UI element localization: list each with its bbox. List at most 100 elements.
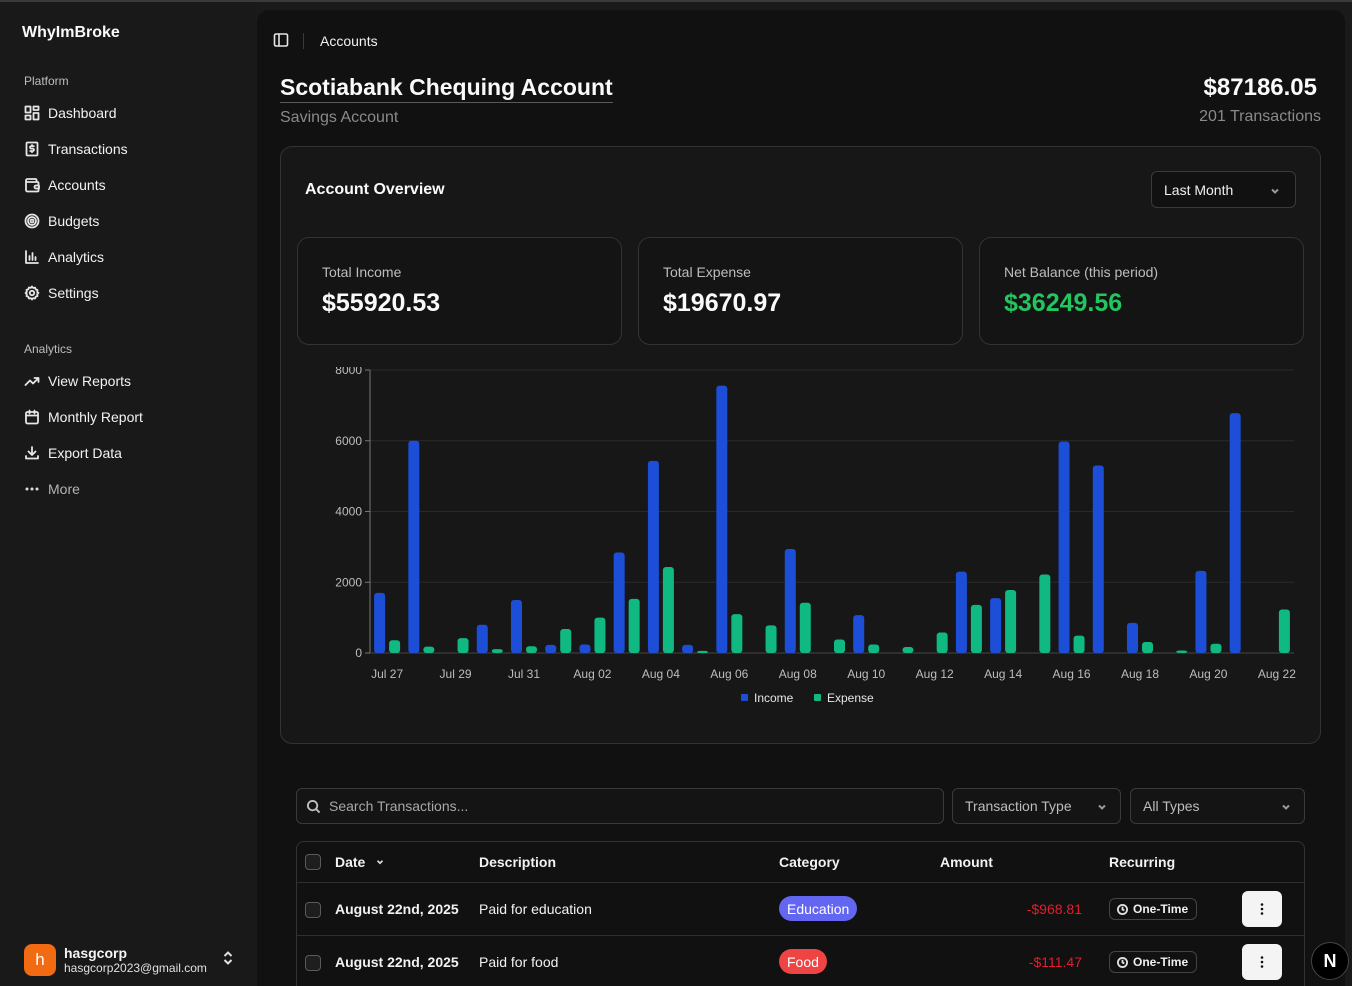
dashboard-icon <box>24 105 40 121</box>
recurring-badge: One-Time <box>1109 951 1198 973</box>
amount-column-header: Amount <box>940 854 993 870</box>
search-box[interactable] <box>296 788 944 824</box>
bar-income <box>476 624 488 653</box>
date-column-header[interactable]: Date <box>335 854 385 870</box>
bar-expense <box>731 614 743 653</box>
x-tick-label: Aug 10 <box>847 667 885 681</box>
bar-income <box>784 548 796 653</box>
header-bar: Accounts <box>273 30 378 52</box>
sidebar-item-label: Export Data <box>48 445 122 461</box>
select-value: Transaction Type <box>965 798 1072 814</box>
bar-expense <box>1176 650 1188 653</box>
sidebar-item-label: Transactions <box>48 141 128 157</box>
stat-label: Total Expense <box>663 264 751 280</box>
bar-expense <box>1073 635 1085 653</box>
bar-expense <box>1039 574 1051 653</box>
sidebar-item-budgets[interactable]: Budgets <box>16 205 240 237</box>
description-column-header: Description <box>479 854 557 870</box>
bar-expense <box>389 640 401 653</box>
bar-income <box>511 599 522 653</box>
y-tick-label: 2000 <box>335 575 362 589</box>
all-types-select[interactable]: All Types <box>1130 788 1305 824</box>
x-tick-label: Aug 08 <box>779 667 817 681</box>
bar-expense <box>902 646 914 653</box>
bar-expense <box>868 644 880 653</box>
chevrons-up-down-icon <box>221 950 235 971</box>
bar-income <box>682 644 694 653</box>
bar-income <box>374 592 386 653</box>
bar-expense <box>765 625 777 653</box>
user-menu[interactable]: h hasgcorp hasgcorp2023@gmail.com <box>16 938 240 982</box>
sidebar-item-label: Dashboard <box>48 105 117 121</box>
sidebar-item-dashboard[interactable]: Dashboard <box>16 97 240 129</box>
recurring-label: One-Time <box>1133 902 1189 916</box>
overview-title: Account Overview <box>305 181 445 198</box>
x-tick-label: Aug 20 <box>1189 667 1227 681</box>
bar-income <box>647 460 659 653</box>
sidebar-toggle-icon[interactable] <box>273 32 291 50</box>
x-tick-label: Jul 31 <box>508 667 540 681</box>
bar-income <box>1092 465 1104 653</box>
bar-expense <box>662 567 674 653</box>
wallet-icon <box>24 177 40 193</box>
recurring-column-header: Recurring <box>1109 854 1176 870</box>
table-row: August 22nd, 2025 Paid for food Food -$1… <box>297 936 1304 986</box>
recurring-badge: One-Time <box>1109 898 1198 920</box>
nextjs-dev-badge[interactable]: N <box>1311 942 1349 980</box>
bar-income <box>955 571 967 653</box>
transaction-type-select[interactable]: Transaction Type <box>952 788 1121 824</box>
search-input[interactable] <box>329 789 929 823</box>
stat-value: $19670.97 <box>663 289 782 317</box>
user-name: hasgcorp <box>64 945 128 961</box>
row-actions-button[interactable] <box>1242 944 1282 980</box>
bar-expense <box>491 649 503 653</box>
sidebar-item-settings[interactable]: Settings <box>16 277 240 309</box>
sort-chevron-icon <box>377 860 384 865</box>
select-all-checkbox[interactable] <box>305 854 321 870</box>
stat-label: Total Income <box>322 264 402 280</box>
bar-income <box>613 552 625 653</box>
breadcrumb[interactable]: Accounts <box>320 33 378 49</box>
bar-expense <box>834 639 845 653</box>
more-icon <box>24 481 40 497</box>
more-vertical-icon <box>1260 903 1264 915</box>
stat-value: $55920.53 <box>322 289 441 317</box>
table-header-row: Date Description Category Amount Recurri… <box>297 842 1304 883</box>
sidebar-item-monthly-report[interactable]: Monthly Report <box>16 401 240 433</box>
select-value: All Types <box>1143 798 1200 814</box>
period-select[interactable]: Last Month <box>1151 171 1296 208</box>
row-date: August 22nd, 2025 <box>335 954 459 970</box>
bar-expense <box>526 646 537 653</box>
app-name: WhyImBroke <box>22 24 120 41</box>
row-amount: -$111.47 <box>1028 954 1082 970</box>
bar-expense <box>423 646 435 653</box>
sidebar-item-analytics[interactable]: Analytics <box>16 241 240 273</box>
chevron-down-icon <box>1096 800 1108 816</box>
sidebar-item-label: Budgets <box>48 213 100 229</box>
row-checkbox[interactable] <box>305 955 321 971</box>
sidebar-item-transactions[interactable]: Transactions <box>16 133 240 165</box>
sidebar-item-label: Monthly Report <box>48 409 143 425</box>
sidebar-item-more[interactable]: More <box>16 473 240 505</box>
sidebar-item-export-data[interactable]: Export Data <box>16 437 240 469</box>
search-icon <box>306 799 321 819</box>
bar-expense <box>697 650 709 653</box>
bar-income <box>990 598 1002 653</box>
bar-expense <box>560 628 572 653</box>
row-actions-button[interactable] <box>1242 891 1282 927</box>
bar-income <box>1229 413 1241 653</box>
sidebar: WhyImBroke Platform Dashboard Transactio… <box>0 2 256 986</box>
account-overview-card: Account Overview Last Month Total Income… <box>280 146 1321 744</box>
x-tick-label: Aug 22 <box>1258 667 1296 681</box>
sidebar-item-accounts[interactable]: Accounts <box>16 169 240 201</box>
row-checkbox[interactable] <box>305 902 321 918</box>
category-column-header: Category <box>779 854 840 870</box>
sidebar-item-view-reports[interactable]: View Reports <box>16 365 240 397</box>
row-description: Paid for education <box>479 901 592 917</box>
bar-chart-icon <box>24 249 40 265</box>
bar-income <box>716 385 728 653</box>
chevron-down-icon <box>1269 184 1281 200</box>
period-select-value: Last Month <box>1164 181 1234 198</box>
target-icon <box>24 213 40 229</box>
row-description: Paid for food <box>479 954 559 970</box>
